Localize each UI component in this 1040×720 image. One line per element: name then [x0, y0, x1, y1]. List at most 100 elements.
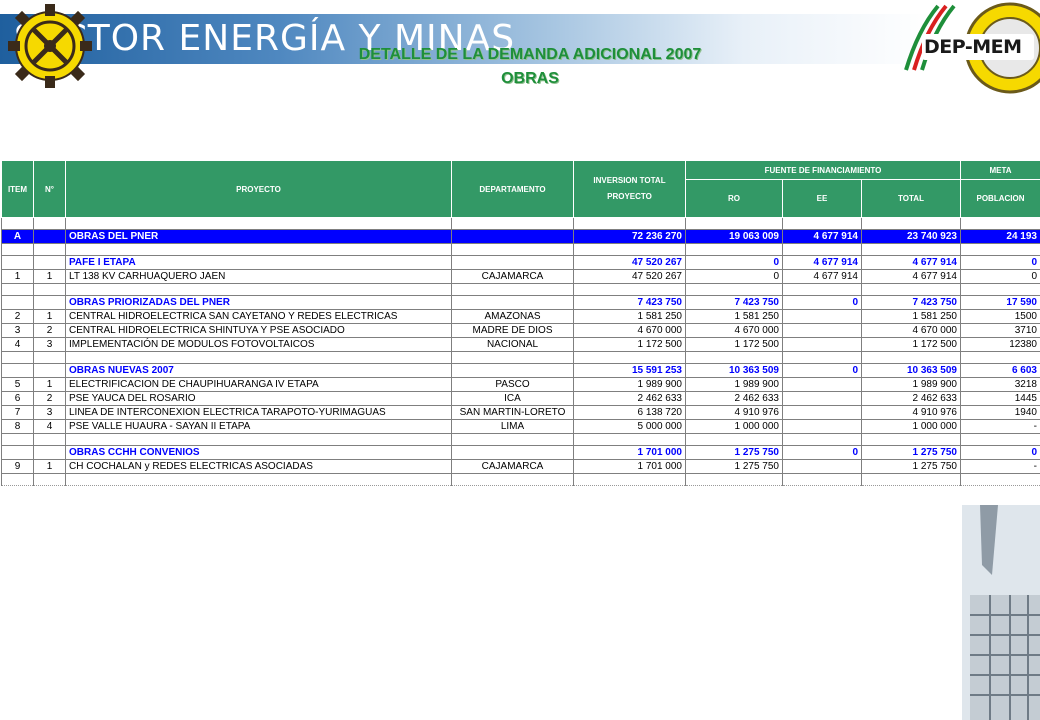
cell-departamento: NACIONAL	[451, 337, 574, 352]
blank-row	[1, 243, 1040, 256]
header-meta: META	[960, 159, 1040, 181]
cell-total: 1 989 900	[861, 377, 961, 392]
table-row: 2 1 CENTRAL HIDROELECTRICA SAN CAYETANO Y …	[1, 309, 1040, 324]
blank-row	[1, 351, 1040, 364]
header-inversion-line1: INVERSION TOTAL	[593, 176, 666, 185]
cell-no	[33, 445, 66, 460]
cell-ee	[782, 405, 862, 420]
header-ro: RO	[685, 179, 783, 218]
cell-no: 1	[33, 459, 66, 474]
cell-ee: 4 677 914	[782, 229, 862, 244]
table-row: 7 3 LINEA DE INTERCONEXION ELECTRICA TARAP…	[1, 405, 1040, 420]
cell-total: 4 677 914	[861, 255, 961, 270]
document-title: DETALLE DE LA DEMANDA ADICIONAL 2007	[358, 46, 702, 63]
cell-ee: 0	[782, 295, 862, 310]
cell-total: 4 677 914	[861, 269, 961, 284]
section-row: PAFE I ETAPA 47 520 267 0 4 677 914 4 677 91…	[1, 255, 1040, 270]
cell-inversion: 1 581 250	[573, 309, 686, 324]
cell-poblacion: 0	[960, 445, 1040, 460]
cell-no	[33, 363, 66, 378]
cell-item	[1, 445, 34, 460]
cell-item	[1, 255, 34, 270]
cell-no	[33, 295, 66, 310]
cell-no: 3	[33, 405, 66, 420]
cell-item: 5	[1, 377, 34, 392]
section-row: OBRAS PRIORIZADAS DEL PNER 7 423 750 7 423…	[1, 295, 1040, 310]
cell-total: 1 000 000	[861, 419, 961, 434]
cell-ee: 4 677 914	[782, 255, 862, 270]
cell-ee	[782, 323, 862, 338]
header-item: ITEM	[1, 160, 34, 218]
cell-proyecto: PSE YAUCA DEL ROSARIO	[65, 391, 452, 406]
cell-departamento	[451, 445, 574, 460]
table-row: 6 2 PSE YAUCA DEL ROSARIO ICA 2 462 633 2 462…	[1, 391, 1040, 406]
blank-row	[1, 283, 1040, 296]
cell-no: 4	[33, 419, 66, 434]
cell-inversion: 5 000 000	[573, 419, 686, 434]
gear-logo-icon	[8, 4, 92, 88]
cell-proyecto: PSE VALLE HUAURA - SAYAN II ETAPA	[65, 419, 452, 434]
cell-item: 8	[1, 419, 34, 434]
cell-departamento	[451, 229, 574, 244]
cell-total: 23 740 923	[861, 229, 961, 244]
cell-inversion: 15 591 253	[573, 363, 686, 378]
cell-item: 2	[1, 309, 34, 324]
cell-item: 9	[1, 459, 34, 474]
header-no: N°	[33, 160, 66, 218]
table-row: 4 3 IMPLEMENTACIÓN DE MODULOS FOTOVOLTAICO…	[1, 337, 1040, 352]
cell-total: 1 275 750	[861, 459, 961, 474]
cell-ro: 2 462 633	[685, 391, 783, 406]
header-inversion: INVERSION TOTAL PROYECTO	[573, 160, 686, 218]
cell-total: 7 423 750	[861, 295, 961, 310]
cell-ro: 7 423 750	[685, 295, 783, 310]
header-proyecto: PROYECTO	[65, 160, 452, 218]
cell-ro: 1 000 000	[685, 419, 783, 434]
cell-departamento: CAJAMARCA	[451, 269, 574, 284]
cell-departamento: MADRE DE DIOS	[451, 323, 574, 338]
cell-ee	[782, 419, 862, 434]
cell-ro: 1 275 750	[685, 445, 783, 460]
cell-no	[33, 255, 66, 270]
cell-inversion: 7 423 750	[573, 295, 686, 310]
cell-ro: 1 275 750	[685, 459, 783, 474]
cell-proyecto: OBRAS PRIORIZADAS DEL PNER	[65, 295, 452, 310]
cell-total: 4 910 976	[861, 405, 961, 420]
table-row: 9 1 CH COCHALAN y REDES ELECTRICAS ASOCIAD…	[1, 459, 1040, 474]
cell-ro: 4 670 000	[685, 323, 783, 338]
cell-no: 1	[33, 309, 66, 324]
cell-ro: 10 363 509	[685, 363, 783, 378]
cell-inversion: 2 462 633	[573, 391, 686, 406]
cell-no	[33, 229, 66, 244]
table-row: 1 1 LT 138 KV CARHUAQUERO JAEN CAJAMARCA 47 …	[1, 269, 1040, 284]
cell-ee	[782, 377, 862, 392]
section-row: OBRAS NUEVAS 2007 15 591 253 10 363 509 0 10…	[1, 363, 1040, 378]
cell-departamento: ICA	[451, 391, 574, 406]
cell-poblacion: 1940	[960, 405, 1040, 420]
cell-ee: 0	[782, 363, 862, 378]
header-departamento: DEPARTAMENTO	[451, 160, 574, 218]
cell-total: 4 670 000	[861, 323, 961, 338]
cell-poblacion: 3218	[960, 377, 1040, 392]
cell-proyecto: PAFE I ETAPA	[65, 255, 452, 270]
cell-poblacion: 1445	[960, 391, 1040, 406]
cell-proyecto: IMPLEMENTACIÓN DE MODULOS FOTOVOLTAICOS	[65, 337, 452, 352]
cell-inversion: 1 989 900	[573, 377, 686, 392]
cell-ro: 19 063 009	[685, 229, 783, 244]
cell-departamento	[451, 295, 574, 310]
cell-item	[1, 295, 34, 310]
cell-ro: 1 172 500	[685, 337, 783, 352]
table-row: 3 2 CENTRAL HIDROELECTRICA SHINTUYA Y PSE …	[1, 323, 1040, 338]
header-total: TOTAL	[861, 179, 961, 218]
cell-item	[1, 363, 34, 378]
cell-departamento: AMAZONAS	[451, 309, 574, 324]
cell-ee: 4 677 914	[782, 269, 862, 284]
cell-inversion: 72 236 270	[573, 229, 686, 244]
cell-ro: 1 989 900	[685, 377, 783, 392]
cell-total: 1 581 250	[861, 309, 961, 324]
cell-proyecto: ELECTRIFICACION DE CHAUPIHUARANGA IV ETA…	[65, 377, 452, 392]
cell-item: A	[1, 229, 34, 244]
cell-inversion: 1 701 000	[573, 459, 686, 474]
header-fuente: FUENTE DE FINANCIAMIENTO	[685, 159, 961, 181]
cell-proyecto: OBRAS NUEVAS 2007	[65, 363, 452, 378]
table-row: 8 4 PSE VALLE HUAURA - SAYAN II ETAPA LIMA 5…	[1, 419, 1040, 434]
